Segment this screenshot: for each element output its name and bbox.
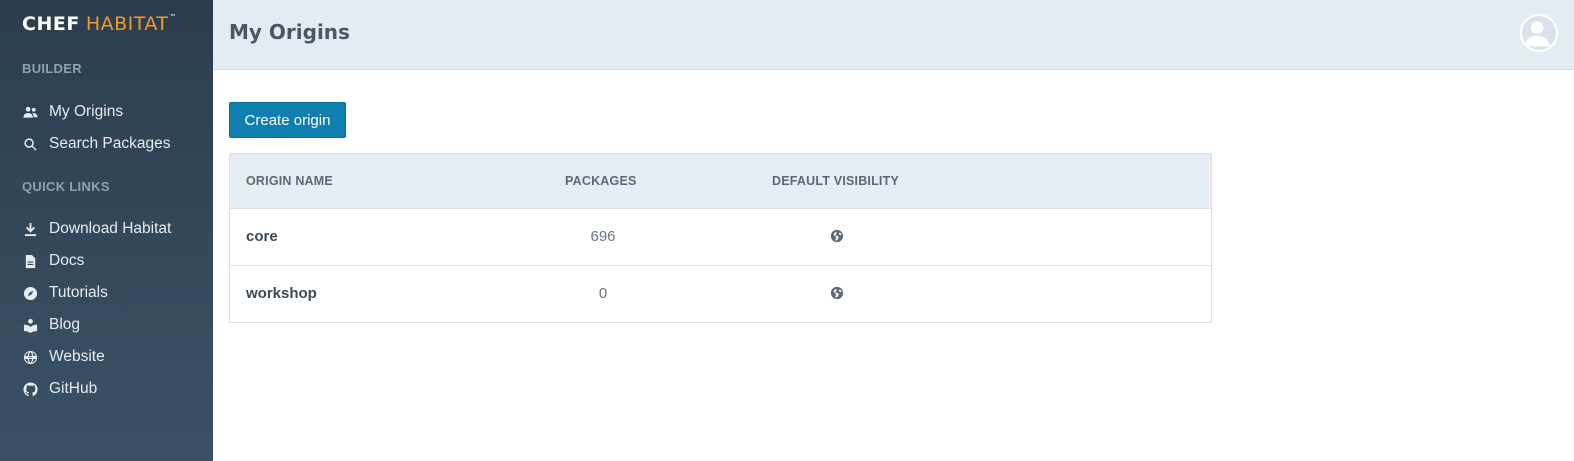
page-title: My Origins — [229, 20, 350, 44]
sidebar-item-label: Blog — [49, 316, 81, 333]
trademark-mark: ™ — [169, 13, 177, 21]
sidebar-item-label: Docs — [49, 252, 85, 269]
sidebar-item-github[interactable]: GitHub — [22, 377, 97, 401]
sidebar-item-label: My Origins — [49, 103, 124, 120]
packages-count-cell: 696 — [590, 228, 616, 245]
sidebar-item-label: Tutorials — [49, 284, 108, 301]
globe-icon — [830, 229, 844, 243]
sidebar-item-docs[interactable]: Docs — [22, 249, 84, 273]
origins-table: ORIGIN NAME PACKAGES DEFAULT VISIBILITY … — [229, 153, 1212, 323]
sidebar-item-label: Download Habitat — [49, 220, 172, 237]
column-header-origin-name: ORIGIN NAME — [246, 174, 333, 188]
people-icon — [22, 104, 38, 120]
sidebar-item-blog[interactable]: Blog — [22, 313, 80, 337]
github-icon — [22, 381, 38, 397]
create-origin-button[interactable]: Create origin — [229, 102, 346, 138]
section-title-builder: BUILDER — [22, 61, 82, 76]
globe-icon — [830, 286, 844, 300]
column-header-packages: PACKAGES — [565, 174, 637, 188]
sidebar-item-label: GitHub — [49, 380, 98, 397]
section-title-quick-links: QUICK LINKS — [22, 179, 110, 194]
origin-name-cell: workshop — [246, 285, 317, 302]
globe-icon — [22, 349, 38, 365]
brand-chef: CHEF — [22, 13, 80, 35]
search-icon — [22, 136, 38, 152]
top-header: My Origins — [213, 0, 1574, 70]
user-avatar-icon[interactable] — [1520, 14, 1558, 52]
sidebar-item-download-habitat[interactable]: Download Habitat — [22, 217, 171, 241]
sidebar-item-label: Website — [49, 348, 105, 365]
packages-count-cell: 0 — [598, 285, 608, 302]
compass-icon — [22, 285, 38, 301]
sidebar-item-my-origins[interactable]: My Origins — [22, 100, 123, 124]
brand-habitat: HABITAT — [85, 13, 169, 35]
column-header-default-visibility: DEFAULT VISIBILITY — [772, 174, 899, 188]
origin-name-cell: core — [246, 228, 278, 245]
table-row[interactable]: workshop 0 — [230, 266, 1211, 323]
sidebar-item-search-packages[interactable]: Search Packages — [22, 132, 171, 156]
sidebar-item-label: Search Packages — [49, 135, 171, 152]
sidebar-item-tutorials[interactable]: Tutorials — [22, 281, 108, 305]
book-icon — [22, 317, 38, 333]
brand-logo[interactable]: CHEF HABITAT™ — [22, 13, 177, 35]
table-header: ORIGIN NAME PACKAGES DEFAULT VISIBILITY — [230, 154, 1211, 209]
document-icon — [22, 253, 38, 269]
sidebar: CHEF HABITAT™ BUILDER My Origins Search P… — [0, 0, 213, 461]
download-icon — [22, 221, 38, 237]
table-row[interactable]: core 696 — [230, 209, 1211, 266]
sidebar-item-website[interactable]: Website — [22, 345, 105, 369]
